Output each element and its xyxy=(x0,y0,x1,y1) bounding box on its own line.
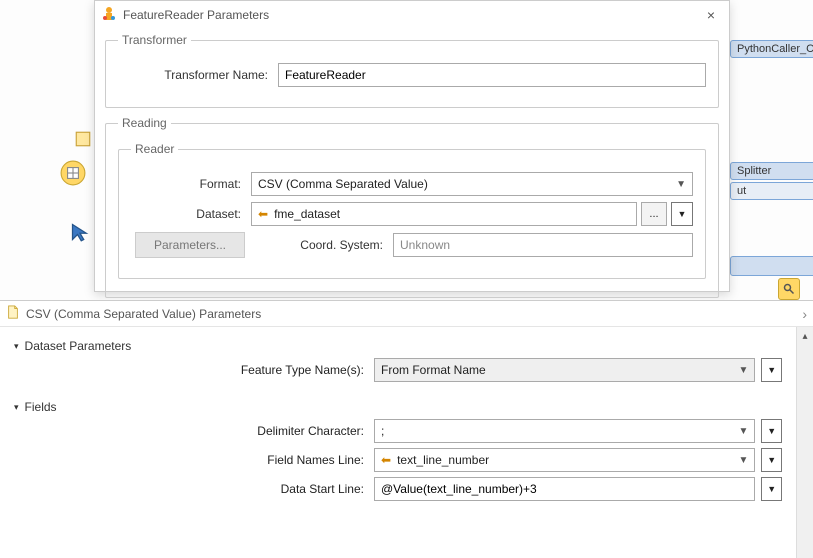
delimiter-label: Delimiter Character: xyxy=(14,424,374,438)
data-start-line-options-button[interactable]: ▼ xyxy=(761,477,782,501)
csv-icon xyxy=(6,305,20,322)
data-start-line-input[interactable] xyxy=(374,477,755,501)
parameters-button[interactable]: Parameters... xyxy=(135,232,245,258)
format-select[interactable]: CSV (Comma Separated Value) ▼ xyxy=(251,172,693,196)
canvas-node-pythoncaller[interactable]: PythonCaller_C xyxy=(730,40,813,58)
canvas-node-splitter[interactable]: Splitter xyxy=(730,162,813,180)
field-names-line-options-button[interactable]: ▼ xyxy=(761,448,782,472)
vertical-scrollbar[interactable]: ▴ xyxy=(796,327,813,558)
dataset-label: Dataset: xyxy=(131,207,251,221)
dialog-title: FeatureReader Parameters xyxy=(123,8,699,22)
field-names-line-label: Field Names Line: xyxy=(14,453,374,467)
transformer-group: Transformer Transformer Name: xyxy=(105,33,719,108)
dataset-input[interactable]: ⬅ fme_dataset xyxy=(251,202,637,226)
reading-legend: Reading xyxy=(118,116,171,130)
browse-button[interactable]: ... xyxy=(641,202,667,226)
chevron-down-icon: ▼ xyxy=(738,426,748,437)
delimiter-options-button[interactable]: ▼ xyxy=(761,419,782,443)
canvas-node-splitter-port[interactable]: ut xyxy=(730,182,813,200)
reading-group: Reading Reader Format: CSV (Comma Separa… xyxy=(105,116,719,298)
featurereader-dialog: FeatureReader Parameters × Transformer T… xyxy=(94,0,730,292)
dataset-options-button[interactable]: ▼ xyxy=(671,202,693,226)
csv-dialog-titlebar: CSV (Comma Separated Value) Parameters › xyxy=(0,301,813,327)
feature-type-select[interactable]: From Format Name ▼ xyxy=(374,358,755,382)
attribute-arrow-icon: ⬅ xyxy=(381,453,391,467)
coord-system-label: Coord. System: xyxy=(299,238,393,252)
dataset-parameters-header[interactable]: ▾ Dataset Parameters xyxy=(14,339,782,353)
bookmark-icon xyxy=(74,130,92,151)
reader-legend: Reader xyxy=(131,142,178,156)
chevron-down-icon: ▼ xyxy=(738,455,748,466)
chevron-down-icon: ▼ xyxy=(676,179,686,190)
delimiter-select[interactable]: ; ▼ xyxy=(374,419,755,443)
reader-group: Reader Format: CSV (Comma Separated Valu… xyxy=(118,142,706,279)
transformer-icon xyxy=(101,6,117,25)
close-button[interactable]: × xyxy=(699,7,723,23)
csv-dialog-title: CSV (Comma Separated Value) Parameters xyxy=(26,307,261,321)
transformer-name-label: Transformer Name: xyxy=(118,68,278,82)
cursor-icon xyxy=(70,222,90,245)
chevron-down-icon: ▾ xyxy=(14,341,19,352)
field-names-line-select[interactable]: ⬅ text_line_number ▼ xyxy=(374,448,755,472)
format-label: Format: xyxy=(131,177,251,191)
search-icon[interactable] xyxy=(778,278,800,300)
feature-type-label: Feature Type Name(s): xyxy=(14,363,374,377)
table-icon xyxy=(60,160,86,189)
transformer-legend: Transformer xyxy=(118,33,191,47)
csv-parameters-dialog: CSV (Comma Separated Value) Parameters ›… xyxy=(0,300,813,558)
scroll-up-arrow-icon[interactable]: ▴ xyxy=(797,331,813,342)
chevron-down-icon: ▼ xyxy=(738,365,748,376)
chevron-down-icon: ▾ xyxy=(14,402,19,413)
dialog-titlebar: FeatureReader Parameters × xyxy=(95,1,729,29)
feature-type-options-button[interactable]: ▼ xyxy=(761,358,782,382)
attribute-arrow-icon: ⬅ xyxy=(258,207,268,221)
data-start-line-label: Data Start Line: xyxy=(14,482,374,496)
fields-header[interactable]: ▾ Fields xyxy=(14,400,782,414)
csv-close-button[interactable]: › xyxy=(802,306,807,322)
coord-system-input[interactable] xyxy=(393,233,693,257)
canvas-node-empty[interactable] xyxy=(730,256,813,276)
transformer-name-input[interactable] xyxy=(278,63,706,87)
